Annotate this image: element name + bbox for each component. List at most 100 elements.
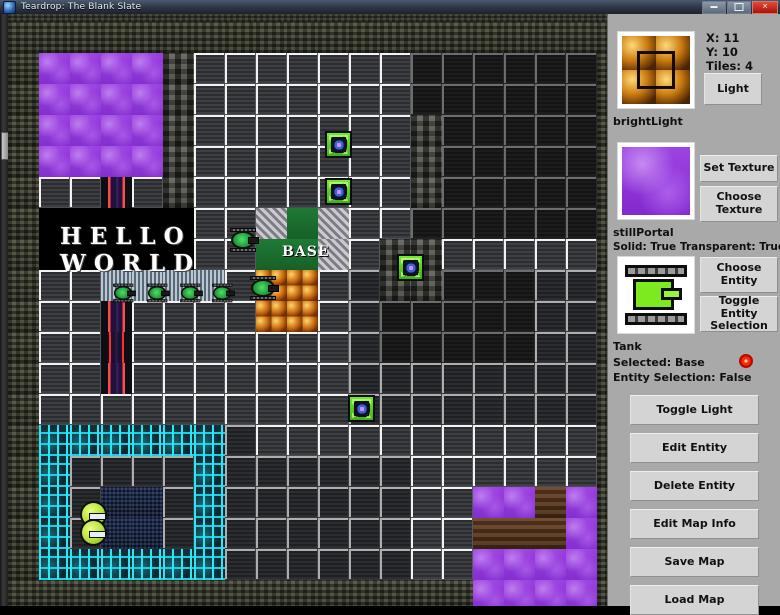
floor-tile-dim[interactable]: [380, 518, 411, 549]
portal-tile[interactable]: [132, 146, 163, 177]
toggle-entity-selection-button[interactable]: Toggle Entity Selection: [700, 294, 778, 332]
floor-tile-unlit[interactable]: [504, 177, 535, 208]
circuit-tile[interactable]: [101, 425, 132, 456]
wall-tile[interactable]: [8, 84, 39, 115]
energy-stream-tile[interactable]: [101, 301, 132, 332]
floor-tile[interactable]: [256, 332, 287, 363]
wall-tile[interactable]: [8, 239, 39, 270]
floor-tile[interactable]: [318, 425, 349, 456]
wood-tile[interactable]: [535, 518, 566, 549]
wall-tile[interactable]: [597, 580, 607, 606]
wall-tile[interactable]: [318, 22, 349, 53]
wall-tile[interactable]: [442, 22, 473, 53]
wall-tile[interactable]: [8, 53, 39, 84]
floor-tile-dim[interactable]: [225, 487, 256, 518]
floor-tile-unlit[interactable]: [473, 301, 504, 332]
wall-tile[interactable]: [225, 580, 256, 606]
floor-tile[interactable]: [442, 487, 473, 518]
blue-floor-tile[interactable]: [132, 518, 163, 549]
floor-tile-unlit[interactable]: [380, 332, 411, 363]
wall-tile[interactable]: [380, 22, 411, 53]
wall-tile[interactable]: [287, 22, 318, 53]
floor-tile-dim[interactable]: [473, 363, 504, 394]
floor-tile[interactable]: [132, 394, 163, 425]
floor-tile[interactable]: [349, 53, 380, 84]
floor-tile[interactable]: [442, 549, 473, 580]
floor-tile[interactable]: [194, 301, 225, 332]
wood-tile[interactable]: [504, 518, 535, 549]
floor-tile-dim[interactable]: [349, 456, 380, 487]
floor-tile-dim[interactable]: [380, 549, 411, 580]
floor-tile[interactable]: [566, 456, 597, 487]
floor-tile-dim[interactable]: [535, 332, 566, 363]
portal-tile[interactable]: [70, 84, 101, 115]
floor-tile-unlit[interactable]: [504, 208, 535, 239]
wall-tile[interactable]: [597, 487, 607, 518]
floor-tile-unlit[interactable]: [535, 53, 566, 84]
floor-tile[interactable]: [225, 394, 256, 425]
floor-tile-unlit[interactable]: [473, 332, 504, 363]
floor-tile[interactable]: [194, 84, 225, 115]
wall-tile[interactable]: [194, 22, 225, 53]
floor-tile-dim[interactable]: [442, 394, 473, 425]
floor-tile[interactable]: [566, 425, 597, 456]
circuit-tile[interactable]: [70, 425, 101, 456]
energy-stream-tile[interactable]: [101, 363, 132, 394]
floor-tile-dim[interactable]: [163, 518, 194, 549]
wall-tile[interactable]: [597, 84, 607, 115]
floor-tile-unlit[interactable]: [442, 301, 473, 332]
wood-tile[interactable]: [473, 518, 504, 549]
floor-tile[interactable]: [318, 363, 349, 394]
floor-tile-dim[interactable]: [349, 301, 380, 332]
floor-tile[interactable]: [225, 177, 256, 208]
floor-tile-unlit[interactable]: [566, 115, 597, 146]
floor-tile[interactable]: [163, 301, 194, 332]
choose-texture-button[interactable]: Choose Texture: [700, 186, 778, 222]
floor-tile[interactable]: [39, 332, 70, 363]
floor-tile[interactable]: [349, 84, 380, 115]
floor-tile[interactable]: [101, 394, 132, 425]
circuit-tile[interactable]: [132, 549, 163, 580]
wall-tile[interactable]: [318, 580, 349, 606]
stone-wall[interactable]: [163, 53, 194, 84]
energy-stream-tile[interactable]: [101, 332, 132, 363]
floor-tile[interactable]: [256, 425, 287, 456]
floor-tile-unlit[interactable]: [504, 146, 535, 177]
floor-tile-dim[interactable]: [318, 518, 349, 549]
portal-tile[interactable]: [504, 580, 535, 606]
floor-tile[interactable]: [225, 115, 256, 146]
floor-tile-unlit[interactable]: [504, 115, 535, 146]
wall-tile[interactable]: [132, 580, 163, 606]
wall-tile[interactable]: [411, 22, 442, 53]
floor-tile-dim[interactable]: [287, 456, 318, 487]
floor-tile-dim[interactable]: [318, 549, 349, 580]
portal-tile[interactable]: [101, 53, 132, 84]
wall-tile[interactable]: [597, 332, 607, 363]
mine-entity-2[interactable]: [325, 178, 352, 205]
wall-tile[interactable]: [8, 146, 39, 177]
floor-tile[interactable]: [287, 332, 318, 363]
floor-tile-unlit[interactable]: [442, 84, 473, 115]
wall-tile[interactable]: [8, 22, 39, 53]
floor-tile[interactable]: [225, 301, 256, 332]
floor-tile-dim[interactable]: [132, 456, 163, 487]
floor-tile[interactable]: [194, 394, 225, 425]
floor-tile[interactable]: [39, 301, 70, 332]
floor-tile-unlit[interactable]: [411, 84, 442, 115]
floor-tile-unlit[interactable]: [473, 177, 504, 208]
floor-tile-unlit[interactable]: [535, 84, 566, 115]
portal-tile[interactable]: [132, 53, 163, 84]
portal-tile[interactable]: [473, 487, 504, 518]
wall-tile[interactable]: [597, 363, 607, 394]
pac-entity-2[interactable]: [80, 519, 107, 546]
floor-tile-dim[interactable]: [287, 518, 318, 549]
floor-tile[interactable]: [256, 53, 287, 84]
wall-tile[interactable]: [8, 270, 39, 301]
floor-tile-unlit[interactable]: [473, 53, 504, 84]
lava-tile[interactable]: [287, 270, 318, 301]
wall-tile[interactable]: [597, 146, 607, 177]
floor-tile[interactable]: [256, 394, 287, 425]
wall-tile[interactable]: [8, 332, 39, 363]
portal-tile[interactable]: [39, 146, 70, 177]
choose-entity-button[interactable]: Choose Entity: [700, 257, 778, 293]
